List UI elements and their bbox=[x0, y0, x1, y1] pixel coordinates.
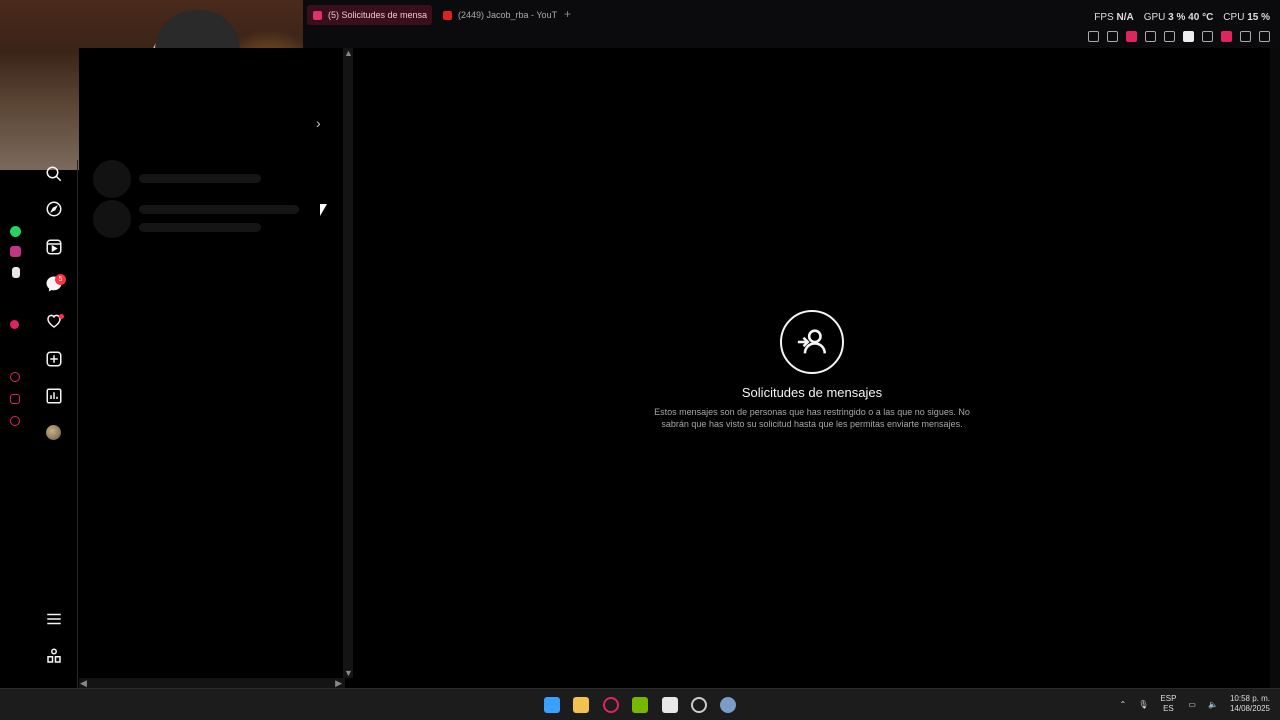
system-tray: ⌃ 🎙 ESP ES ▭ 🔈 10:58 p. m. 14/08/2025 bbox=[1120, 694, 1270, 714]
tab-label: (5) Solicitudes de mensa bbox=[328, 10, 428, 20]
loading-line bbox=[139, 223, 261, 232]
tab-label: (2449) Jacob_rba - YouTu bbox=[458, 10, 557, 20]
scroll-up-icon[interactable]: ▲ bbox=[344, 48, 353, 58]
extensions-icon[interactable] bbox=[10, 394, 20, 404]
performance-overlay: FPS N/A GPU 3 % 40 °C CPU 15 % bbox=[1094, 12, 1270, 23]
chevron-up-icon[interactable]: ⌃ bbox=[1120, 700, 1127, 709]
dashboard-icon[interactable] bbox=[44, 386, 64, 406]
pin-icon[interactable] bbox=[1088, 31, 1099, 42]
gpu-readout: GPU 3 % 40 °C bbox=[1143, 12, 1214, 23]
heart-icon[interactable] bbox=[1164, 31, 1175, 42]
profile-avatar[interactable] bbox=[46, 425, 61, 440]
browser-sidebar bbox=[0, 170, 30, 690]
new-tab-button[interactable]: + bbox=[564, 7, 571, 21]
microphone-icon[interactable]: 🎙 bbox=[1138, 700, 1148, 709]
empty-state-description: Estos mensajes son de personas que has r… bbox=[654, 407, 970, 429]
page-scrollbar[interactable] bbox=[1270, 48, 1280, 688]
download-icon[interactable] bbox=[1240, 31, 1251, 42]
menu-icon[interactable] bbox=[1259, 31, 1270, 42]
play-icon[interactable] bbox=[1145, 31, 1156, 42]
loading-avatar bbox=[93, 160, 131, 198]
reels-icon[interactable] bbox=[44, 237, 64, 257]
snapshot-icon[interactable] bbox=[1107, 31, 1118, 42]
loading-line bbox=[139, 205, 299, 214]
windows-taskbar: ⌃ 🎙 ESP ES ▭ 🔈 10:58 p. m. 14/08/2025 bbox=[0, 688, 1280, 720]
conversation-scrollbar[interactable]: ▲ ▼ bbox=[343, 48, 353, 678]
music-icon[interactable] bbox=[10, 320, 19, 329]
cpu-readout: CPU 15 % bbox=[1223, 12, 1270, 23]
tiktok-icon[interactable] bbox=[12, 267, 20, 278]
explore-icon[interactable] bbox=[44, 199, 64, 219]
clock[interactable]: 10:58 p. m. 14/08/2025 bbox=[1230, 694, 1270, 714]
browser-toolbar-icons bbox=[1088, 31, 1270, 42]
instagram-icon bbox=[313, 10, 322, 20]
nvidia-icon[interactable] bbox=[632, 697, 648, 713]
extension-icon[interactable] bbox=[1183, 31, 1194, 42]
empty-state-title: Solicitudes de mensajes bbox=[741, 385, 883, 400]
more-apps-icon[interactable] bbox=[44, 646, 64, 666]
search-icon[interactable] bbox=[44, 164, 64, 184]
opera-gx-icon[interactable] bbox=[603, 697, 619, 713]
menu-icon[interactable] bbox=[44, 609, 64, 629]
network-icon[interactable]: ▭ bbox=[1188, 700, 1196, 709]
notification-dot bbox=[59, 314, 64, 319]
conversation-list bbox=[79, 48, 343, 688]
scroll-down-icon[interactable]: ▼ bbox=[344, 668, 353, 678]
file-explorer-icon[interactable] bbox=[573, 697, 589, 713]
instagram-icon[interactable] bbox=[10, 246, 21, 257]
language-indicator[interactable]: ESP ES bbox=[1160, 694, 1176, 714]
start-icon[interactable] bbox=[544, 697, 560, 713]
whatsapp-icon[interactable] bbox=[10, 226, 21, 237]
volume-icon[interactable]: 🔈 bbox=[1208, 700, 1218, 709]
youtube-icon bbox=[443, 10, 452, 20]
streamlabs-icon[interactable] bbox=[662, 697, 678, 713]
settings-icon[interactable] bbox=[720, 697, 736, 713]
app-icon[interactable] bbox=[691, 697, 707, 713]
create-icon[interactable] bbox=[44, 349, 64, 369]
messages-badge: 5 bbox=[55, 274, 66, 285]
tab-youtube[interactable]: (2449) Jacob_rba - YouTu bbox=[437, 5, 557, 25]
settings-icon[interactable] bbox=[10, 416, 20, 426]
history-icon[interactable] bbox=[10, 372, 20, 382]
conversation-horizontal-scrollbar[interactable]: ◀ ▶ bbox=[79, 678, 345, 688]
shield-icon[interactable] bbox=[1126, 31, 1137, 42]
profile-icon[interactable] bbox=[1221, 31, 1232, 42]
puzzle-icon[interactable] bbox=[1202, 31, 1213, 42]
chevron-right-icon[interactable]: › bbox=[316, 115, 321, 131]
person-arrow-icon bbox=[780, 310, 844, 374]
fps-readout: FPS N/A bbox=[1094, 12, 1134, 23]
loading-avatar bbox=[93, 200, 131, 238]
tab-instagram-requests[interactable]: (5) Solicitudes de mensa bbox=[307, 5, 432, 25]
loading-line bbox=[139, 174, 261, 183]
